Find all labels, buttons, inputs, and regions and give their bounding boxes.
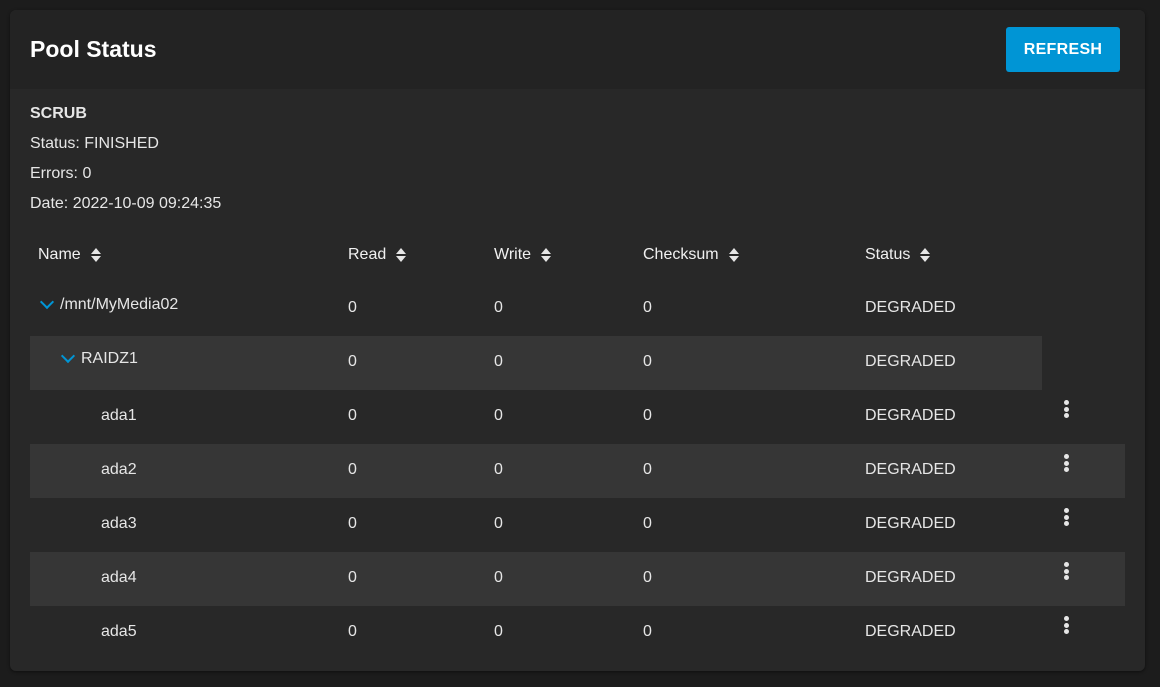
- scrub-info: SCRUB Status: FINISHED Errors: 0 Date: 2…: [30, 104, 221, 224]
- row-write: 0: [494, 515, 503, 532]
- scrub-status: Status: FINISHED: [30, 135, 159, 152]
- more-vert-icon[interactable]: [1058, 452, 1074, 474]
- sort-icon: [920, 248, 931, 262]
- row-name: RAIDZ1: [60, 348, 138, 368]
- row-status: DEGRADED: [865, 299, 956, 316]
- column-header-label: Status: [865, 246, 911, 263]
- row-status: DEGRADED: [865, 515, 956, 532]
- chevron-down-icon[interactable]: [39, 294, 55, 310]
- column-header-label: Write: [494, 246, 532, 263]
- row-name-label: /mnt/MyMedia02: [60, 296, 179, 313]
- row-checksum: 0: [643, 353, 652, 370]
- row-name: /mnt/MyMedia02: [39, 294, 179, 314]
- row-write: 0: [494, 353, 503, 370]
- card-title: Pool Status: [30, 36, 157, 62]
- table-header: Name Read Write Checksum Status: [30, 232, 1125, 282]
- row-status: DEGRADED: [865, 623, 956, 640]
- row-status: DEGRADED: [865, 461, 956, 478]
- row-status: DEGRADED: [865, 353, 956, 370]
- sort-icon: [728, 248, 739, 262]
- refresh-button[interactable]: REFRESH: [1006, 27, 1120, 72]
- row-read: 0: [348, 299, 357, 316]
- table-row-disk: ada2 0 0 0 DEGRADED: [30, 444, 1125, 498]
- more-vert-icon[interactable]: [1058, 398, 1074, 420]
- row-write: 0: [494, 461, 503, 478]
- column-header-label: Checksum: [643, 246, 719, 263]
- pool-table: Name Read Write Checksum Status /mnt/MyM…: [30, 232, 1125, 660]
- table-row-disk: ada5 0 0 0 DEGRADED: [30, 606, 1125, 660]
- row-name: ada1: [101, 407, 137, 424]
- more-vert-icon[interactable]: [1058, 560, 1074, 582]
- column-header-write[interactable]: Write: [494, 246, 552, 264]
- row-checksum: 0: [643, 407, 652, 424]
- table-row-disk: ada4 0 0 0 DEGRADED: [30, 552, 1125, 606]
- scrub-date: Date: 2022-10-09 09:24:35: [30, 195, 222, 212]
- row-read: 0: [348, 353, 357, 370]
- column-header-name[interactable]: Name: [38, 246, 101, 264]
- chevron-down-icon[interactable]: [60, 348, 76, 364]
- table-row-disk: ada1 0 0 0 DEGRADED: [30, 390, 1125, 444]
- row-read: 0: [348, 515, 357, 532]
- more-vert-icon[interactable]: [1058, 506, 1074, 528]
- row-write: 0: [494, 623, 503, 640]
- row-status: DEGRADED: [865, 407, 956, 424]
- more-vert-icon[interactable]: [1058, 614, 1074, 636]
- row-write: 0: [494, 299, 503, 316]
- row-read: 0: [348, 623, 357, 640]
- row-name: ada3: [101, 515, 137, 532]
- row-checksum: 0: [643, 461, 652, 478]
- row-read: 0: [348, 461, 357, 478]
- scrub-title: SCRUB: [30, 105, 87, 122]
- column-header-label: Read: [348, 246, 387, 263]
- row-name: ada5: [101, 623, 137, 640]
- row-checksum: 0: [643, 623, 652, 640]
- row-name-label: RAIDZ1: [81, 350, 138, 367]
- row-write: 0: [494, 407, 503, 424]
- row-name: ada2: [101, 461, 137, 478]
- column-header-status[interactable]: Status: [865, 246, 931, 264]
- row-checksum: 0: [643, 299, 652, 316]
- table-row-pool: /mnt/MyMedia02 0 0 0 DEGRADED: [30, 282, 1125, 336]
- sort-icon: [541, 248, 552, 262]
- row-name: ada4: [101, 569, 137, 586]
- row-checksum: 0: [643, 569, 652, 586]
- sort-icon: [90, 248, 101, 262]
- table-row-disk: ada3 0 0 0 DEGRADED: [30, 498, 1125, 552]
- sort-icon: [396, 248, 407, 262]
- row-read: 0: [348, 569, 357, 586]
- pool-status-card: Pool Status REFRESH SCRUB Status: FINISH…: [10, 10, 1145, 671]
- column-header-label: Name: [38, 246, 81, 263]
- card-header: Pool Status REFRESH: [10, 10, 1145, 89]
- row-checksum: 0: [643, 515, 652, 532]
- column-header-checksum[interactable]: Checksum: [643, 246, 739, 264]
- row-status: DEGRADED: [865, 569, 956, 586]
- scrub-errors: Errors: 0: [30, 165, 92, 182]
- row-read: 0: [348, 407, 357, 424]
- column-header-read[interactable]: Read: [348, 246, 407, 264]
- row-write: 0: [494, 569, 503, 586]
- table-row-vdev: RAIDZ1 0 0 0 DEGRADED: [30, 336, 1125, 390]
